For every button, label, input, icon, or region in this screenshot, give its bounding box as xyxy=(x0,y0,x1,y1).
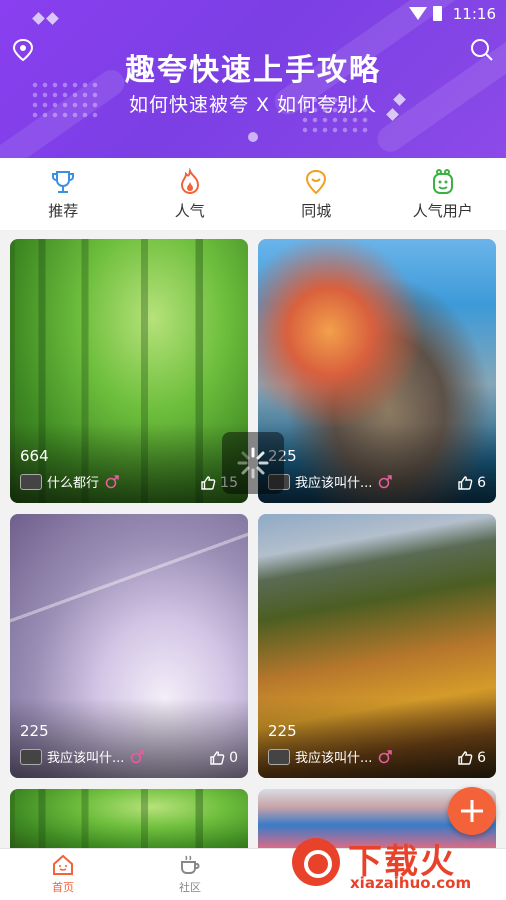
watermark: 下载火 xiazaihuo.com xyxy=(292,834,502,894)
loading-spinner xyxy=(222,432,284,494)
card-user[interactable]: 什么都行 xyxy=(20,472,120,491)
banner-page-indicator xyxy=(248,132,258,142)
feed-card[interactable]: 225 我应该叫什... 6 xyxy=(258,514,496,778)
banner-title: 趣夸快速上手攻略 xyxy=(125,53,381,88)
card-user[interactable]: 我应该叫什... xyxy=(20,747,145,766)
like-count: 0 xyxy=(229,750,238,766)
feed-card[interactable]: 225 我应该叫什... 0 xyxy=(10,514,248,778)
trophy-icon xyxy=(52,171,75,193)
category-nearby[interactable]: 同城 xyxy=(253,158,380,230)
like-button[interactable]: 0 xyxy=(209,750,238,766)
tab-label: 首页 xyxy=(52,881,74,894)
avatar xyxy=(20,748,42,765)
tab-label: 社区 xyxy=(179,881,201,894)
category-label: 人气用户 xyxy=(412,202,473,220)
battery-icon xyxy=(433,6,442,21)
like-button[interactable]: 6 xyxy=(457,750,486,766)
category-label: 人气 xyxy=(174,202,205,220)
username: 我应该叫什... xyxy=(295,751,373,766)
male-gender-icon xyxy=(379,749,393,763)
male-gender-icon xyxy=(131,749,145,763)
thumbs-up-icon xyxy=(201,476,216,490)
username: 什么都行 xyxy=(47,476,100,491)
thumbs-up-icon xyxy=(458,476,473,490)
category-popular[interactable]: 人气 xyxy=(127,158,254,230)
category-recommend[interactable]: 推荐 xyxy=(0,158,127,230)
feed-card[interactable]: 225 我应该叫什... 6 xyxy=(258,239,496,503)
view-count: 225 xyxy=(20,722,49,740)
add-post-button[interactable] xyxy=(448,787,496,835)
category-label: 同城 xyxy=(301,202,332,220)
card-user[interactable]: 我应该叫什... xyxy=(268,472,393,491)
like-count: 6 xyxy=(477,750,486,766)
username: 我应该叫什... xyxy=(47,751,125,766)
wifi-icon xyxy=(409,7,427,20)
thumbs-up-icon xyxy=(210,751,225,765)
category-nav: 推荐 人气 同城 人气用户 xyxy=(0,158,506,230)
feed-card[interactable] xyxy=(10,789,248,849)
tab-home[interactable]: 首页 xyxy=(33,853,93,895)
view-count: 225 xyxy=(268,722,297,740)
coffee-cup-icon xyxy=(181,855,200,874)
smiley-badge-icon xyxy=(432,169,453,194)
username: 我应该叫什... xyxy=(295,476,373,491)
feed-card[interactable]: 664 什么都行 15 xyxy=(10,239,248,503)
like-button[interactable]: 6 xyxy=(457,475,486,491)
like-count: 6 xyxy=(477,475,486,491)
banner-subtitle: 如何快速被夸 X 如何夸别人 xyxy=(128,94,378,116)
watermark-logo-icon xyxy=(292,838,340,886)
status-bar: 11:16 xyxy=(0,0,506,28)
thumbs-up-icon xyxy=(458,751,473,765)
status-time: 11:16 xyxy=(452,5,496,23)
category-popular-users[interactable]: 人气用户 xyxy=(380,158,506,230)
card-image xyxy=(10,789,248,849)
category-label: 推荐 xyxy=(48,202,79,220)
card-user[interactable]: 我应该叫什... xyxy=(268,747,393,766)
tab-community[interactable]: 社区 xyxy=(160,853,220,895)
location-pin-icon xyxy=(306,169,327,195)
avatar xyxy=(20,473,42,490)
male-gender-icon xyxy=(379,474,393,488)
top-banner[interactable]: 11:16 趣夸快速上手攻略 如何快速被夸 X 如何夸别人 xyxy=(0,0,506,158)
spinner-icon xyxy=(237,447,269,479)
flame-icon xyxy=(180,168,199,195)
home-icon xyxy=(53,854,73,875)
watermark-url: xiazaihuo.com xyxy=(350,874,472,892)
avatar xyxy=(268,748,290,765)
view-count: 664 xyxy=(20,447,49,465)
male-gender-icon xyxy=(105,474,119,488)
